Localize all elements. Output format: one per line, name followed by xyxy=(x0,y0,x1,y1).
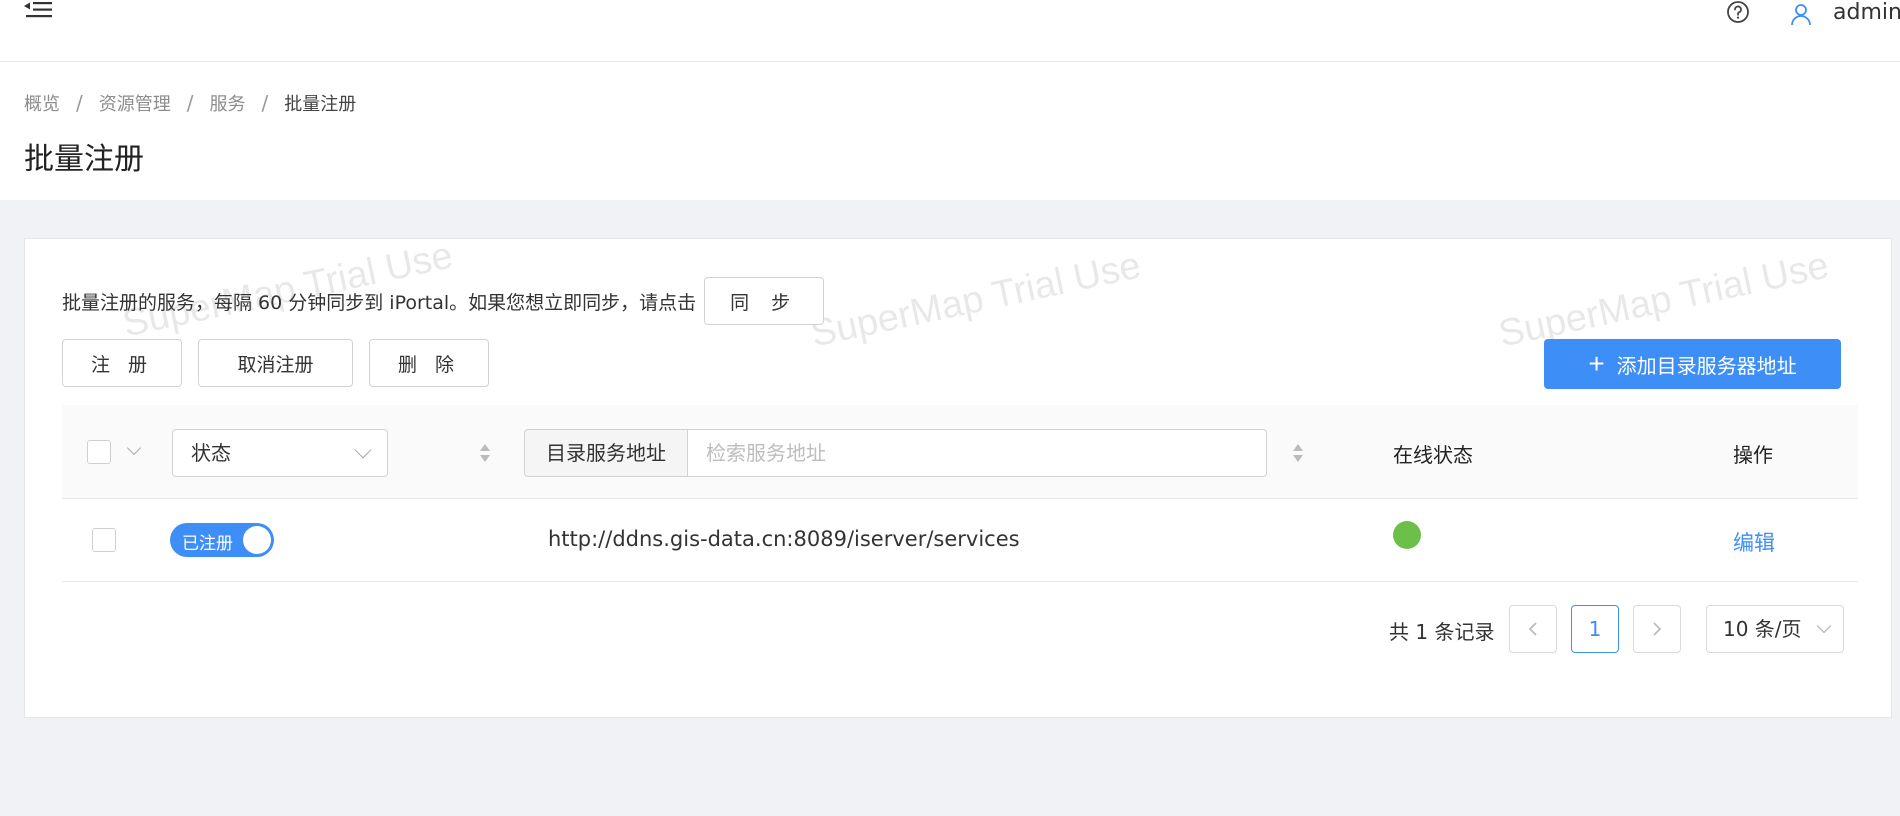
page-title: 批量注册 xyxy=(24,142,144,177)
switch-knob xyxy=(243,526,271,554)
watermark: SuperMap Trial Use xyxy=(807,244,1145,356)
top-bar: admin xyxy=(0,0,1900,62)
add-directory-server-button[interactable]: + 添加目录服务器地址 xyxy=(1544,339,1841,389)
page-number-button[interactable]: 1 xyxy=(1571,605,1619,653)
sync-button[interactable]: 同 步 xyxy=(704,277,825,325)
breadcrumb-item-batch-register: 批量注册 xyxy=(284,94,357,115)
pagination: 共 1 条记录 1 10 条/页 xyxy=(25,605,1893,655)
page-size-value: 10 条/页 xyxy=(1723,617,1802,641)
address-label: 目录服务地址 xyxy=(524,429,688,477)
register-button[interactable]: 注 册 xyxy=(62,339,182,387)
menu-fold-icon[interactable] xyxy=(24,0,52,24)
username[interactable]: admin xyxy=(1833,0,1900,26)
table-header: 状态 目录服务地址 在线状态 操作 xyxy=(62,405,1858,499)
sync-description: 批量注册的服务，每隔 60 分钟同步到 iPortal。如果您想立即同步，请点击 xyxy=(62,291,697,314)
register-status-switch[interactable]: 已注册 xyxy=(170,523,274,557)
total-records: 共 1 条记录 xyxy=(1389,620,1495,644)
toolbar: 注 册 取消注册 删 除 xyxy=(62,339,505,387)
add-directory-server-label: 添加目录服务器地址 xyxy=(1616,355,1797,378)
main-card: SuperMap Trial Use SuperMap Trial Use Su… xyxy=(24,235,1893,718)
sync-notice: 批量注册的服务，每隔 60 分钟同步到 iPortal。如果您想立即同步，请点击… xyxy=(62,277,825,325)
chevron-down-icon xyxy=(354,441,372,459)
next-page-button[interactable] xyxy=(1633,605,1681,653)
breadcrumb-separator: / xyxy=(76,91,83,115)
delete-button[interactable]: 删 除 xyxy=(369,339,489,387)
page-size-select[interactable]: 10 条/页 xyxy=(1706,605,1844,653)
page-header: 概览 / 资源管理 / 服务 / 批量注册 批量注册 xyxy=(0,62,1900,200)
unregister-button[interactable]: 取消注册 xyxy=(198,339,353,387)
row-checkbox[interactable] xyxy=(92,528,116,552)
chevron-left-icon xyxy=(1528,622,1537,636)
breadcrumb-item-overview[interactable]: 概览 xyxy=(24,90,60,116)
status-filter-select[interactable]: 状态 xyxy=(172,429,388,477)
table-row: 已注册 http://ddns.gis-data.cn:8089/iserver… xyxy=(62,499,1858,582)
breadcrumb: 概览 / 资源管理 / 服务 / 批量注册 xyxy=(24,90,356,116)
actions-header: 操作 xyxy=(1733,443,1773,467)
online-status-dot xyxy=(1393,521,1421,549)
search-address-input[interactable] xyxy=(687,429,1267,477)
user-icon xyxy=(1791,4,1811,26)
plus-icon: + xyxy=(1588,348,1605,379)
breadcrumb-item-resource-management[interactable]: 资源管理 xyxy=(99,90,171,116)
online-status-header: 在线状态 xyxy=(1393,443,1473,467)
edit-link[interactable]: 编辑 xyxy=(1733,527,1775,557)
chevron-right-icon xyxy=(1653,622,1662,636)
breadcrumb-separator: / xyxy=(261,91,269,115)
chevron-down-icon xyxy=(1816,618,1832,634)
sort-icon[interactable] xyxy=(1292,442,1304,464)
breadcrumb-separator: / xyxy=(186,91,194,115)
prev-page-button[interactable] xyxy=(1509,605,1557,653)
sort-icon[interactable] xyxy=(479,442,491,464)
status-filter-value: 状态 xyxy=(191,441,231,465)
switch-label: 已注册 xyxy=(182,534,233,554)
breadcrumb-item-services[interactable]: 服务 xyxy=(210,90,246,116)
service-url: http://ddns.gis-data.cn:8089/iserver/ser… xyxy=(548,527,1020,551)
chevron-down-icon[interactable] xyxy=(126,440,142,456)
select-all-checkbox[interactable] xyxy=(87,440,111,464)
help-icon[interactable] xyxy=(1726,0,1750,24)
